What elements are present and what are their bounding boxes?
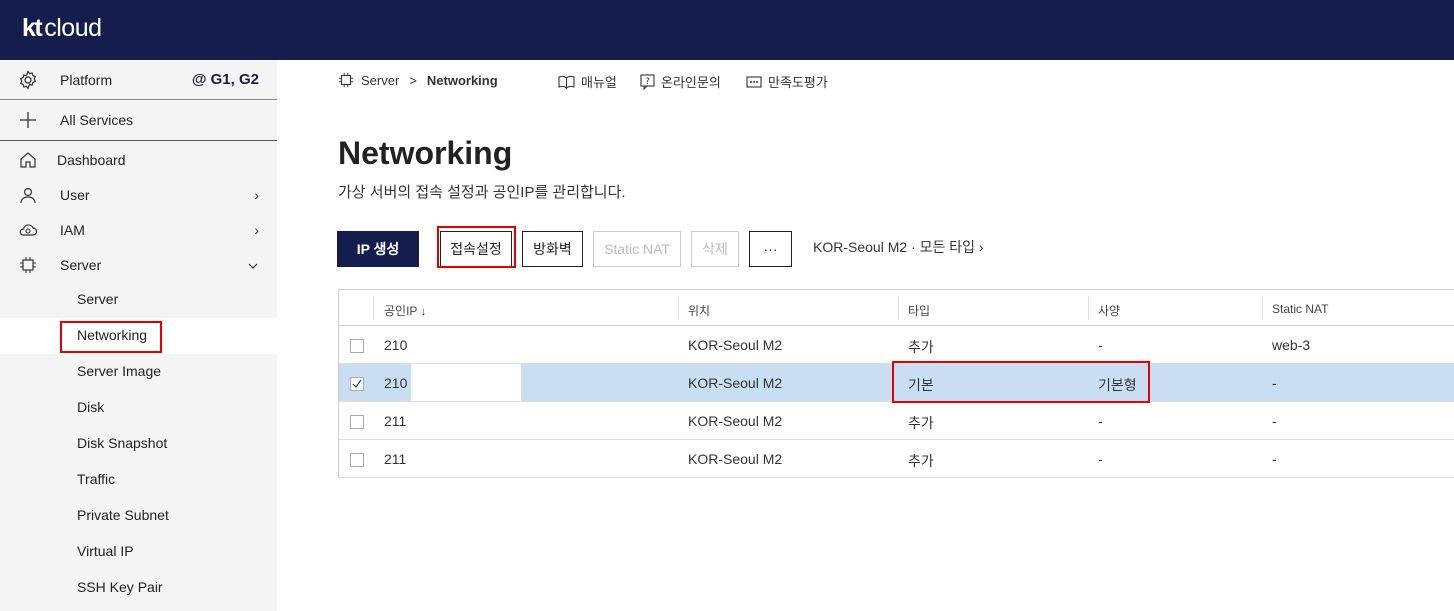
- column-type[interactable]: 타입: [908, 302, 930, 319]
- static-nat-button[interactable]: Static NAT: [593, 231, 681, 267]
- plus-icon: [18, 110, 38, 130]
- ip-table: 공인IP ↓ 위치 타입 사양 Static NAT 210 KOR-Seoul…: [338, 289, 1454, 478]
- page-title: Networking: [338, 135, 513, 171]
- home-icon: [18, 150, 38, 170]
- column-spec[interactable]: 사양: [1098, 302, 1120, 319]
- breadcrumb-server[interactable]: Server: [361, 73, 399, 88]
- create-ip-button[interactable]: IP 생성: [337, 231, 419, 267]
- sidebar-subitem-server-image[interactable]: Server Image: [0, 354, 277, 390]
- breadcrumb-current: Networking: [426, 72, 498, 88]
- page-description: 가상 서버의 접속 설정과 공인IP를 관리합니다.: [338, 184, 626, 201]
- chat-dots-icon: [746, 75, 762, 88]
- all-services-item[interactable]: All Services: [0, 100, 277, 141]
- sidebar-subitem-networking[interactable]: Networking: [0, 318, 277, 354]
- platform-selector[interactable]: Platform @ G1, G2: [0, 60, 277, 100]
- sidebar-item-dashboard[interactable]: Dashboard: [0, 142, 277, 177]
- table-header: 공인IP ↓ 위치 타입 사양 Static NAT: [339, 290, 1454, 326]
- column-static-nat[interactable]: Static NAT: [1272, 302, 1328, 316]
- sidebar-subitem-ssh-key-pair[interactable]: SSH Key Pair: [0, 570, 277, 606]
- column-public-ip[interactable]: 공인IP ↓: [384, 302, 427, 319]
- sidebar-subitem-disk-snapshot[interactable]: Disk Snapshot: [0, 426, 277, 462]
- column-location[interactable]: 위치: [688, 302, 710, 319]
- sidebar-subitem-virtual-ip[interactable]: Virtual IP: [0, 534, 277, 570]
- access-settings-button[interactable]: 접속설정: [440, 231, 512, 267]
- row-checkbox[interactable]: [350, 339, 364, 353]
- chevron-right-icon: ›: [254, 221, 259, 238]
- manual-link[interactable]: 매뉴얼: [558, 72, 617, 91]
- firewall-button[interactable]: 방화벽: [522, 231, 583, 267]
- online-inquiry-link[interactable]: ? 온라인문의: [640, 72, 721, 91]
- redaction-mask: [411, 326, 521, 363]
- sidebar-item-user[interactable]: User ›: [0, 177, 277, 212]
- row-checkbox-checked[interactable]: [350, 377, 364, 391]
- more-button[interactable]: ···: [749, 231, 792, 267]
- breadcrumb: Server > Networking: [338, 72, 498, 88]
- region-type-filter[interactable]: KOR-Seoul M2 · 모든 타입 ›: [813, 237, 984, 257]
- sidebar-item-iam[interactable]: IAM ›: [0, 212, 277, 247]
- table-row-selected[interactable]: 210 KOR-Seoul M2 기본 기본형 -: [339, 364, 1454, 402]
- satisfaction-survey-link[interactable]: 만족도평가: [746, 72, 828, 91]
- chip-icon: [338, 72, 354, 88]
- top-bar: kt cloud: [0, 0, 1454, 60]
- table-row[interactable]: 211 KOR-Seoul M2 추가 - -: [339, 402, 1454, 440]
- redaction-mask: [411, 440, 521, 477]
- kt-cloud-logo[interactable]: kt cloud: [22, 14, 102, 43]
- redaction-mask: [411, 364, 521, 401]
- user-icon: [18, 185, 38, 205]
- row-checkbox[interactable]: [350, 415, 364, 429]
- chevron-right-icon: ›: [254, 186, 259, 203]
- sidebar-item-server[interactable]: Server: [0, 247, 277, 282]
- platform-badge: @ G1, G2: [191, 71, 259, 88]
- table-row[interactable]: 211 KOR-Seoul M2 추가 - -: [339, 440, 1454, 478]
- sidebar: Platform @ G1, G2 All Services Dashboard…: [0, 60, 277, 611]
- svg-text:?: ?: [645, 77, 650, 87]
- sidebar-subitem-traffic[interactable]: Traffic: [0, 462, 277, 498]
- question-icon: ?: [640, 73, 655, 90]
- redaction-mask: [411, 402, 521, 439]
- chevron-down-icon: [247, 257, 259, 273]
- chip-icon: [18, 255, 38, 275]
- sidebar-subitem-disk[interactable]: Disk: [0, 390, 277, 426]
- cloud-icon: [18, 220, 38, 240]
- delete-button[interactable]: 삭제: [691, 231, 739, 267]
- book-icon: [558, 75, 575, 89]
- platform-label: Platform: [60, 71, 113, 88]
- table-row[interactable]: 210 KOR-Seoul M2 추가 - web-3: [339, 326, 1454, 364]
- check-icon: [352, 379, 362, 388]
- gear-icon: [18, 69, 38, 90]
- row-checkbox[interactable]: [350, 453, 364, 467]
- sidebar-subitem-private-subnet[interactable]: Private Subnet: [0, 498, 277, 534]
- sidebar-subitem-server[interactable]: Server: [0, 282, 277, 318]
